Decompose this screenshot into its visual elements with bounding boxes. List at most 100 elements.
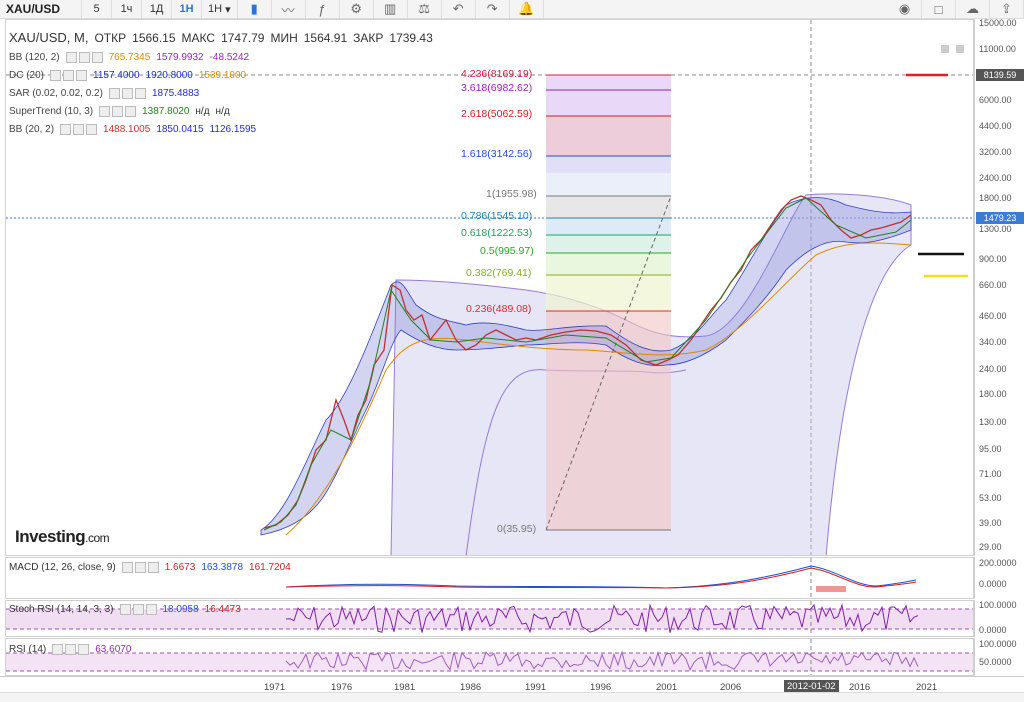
info-icon[interactable] [941,45,949,53]
rsi-canvas [6,639,973,675]
legend-close-value: 1739.43 [389,30,433,45]
rsi-controls[interactable] [52,644,90,655]
undo-icon[interactable]: ↶ [442,0,476,19]
price-tick: 2400.00 [979,173,1012,183]
indicator-row[interactable]: DC (20) 1157.4000 1920.8000 1539.1000 [9,66,433,84]
legend-open-value: 1566.15 [132,30,176,45]
stoch-controls[interactable] [119,604,157,615]
indicator-value: -48.5242 [209,51,250,63]
color-square-icon[interactable]: □ [922,0,956,19]
fib-zone-1 [546,196,671,218]
macd-tick-top: 200.0000 [979,558,1017,568]
indicator-name: SAR (0.02, 0.02, 0.2) [9,87,103,99]
camera-icon[interactable]: ◉ [888,0,922,19]
fib-zone-05 [546,253,671,275]
indicator-value: 1387.8020 [142,105,190,117]
macd-tick-zero: 0.0000 [979,579,1007,589]
macd-value-1: 1.6673 [164,562,196,573]
stoch-tick-top: 100.0000 [979,600,1017,610]
indicator-controls[interactable] [65,51,103,63]
indicator-name: BB (20, 2) [9,123,55,135]
price-tick: 460.00 [979,311,1007,321]
line-chart-icon[interactable]: 〰 [272,0,306,19]
logo-main: Investing [15,527,86,546]
indicator-controls[interactable] [99,105,137,117]
fib-level-label: 4.236(8169.19) [461,68,533,80]
fib-zone-1618 [546,156,671,196]
indicator-value: н/д [215,105,230,117]
price-tick: 95.00 [979,444,1002,454]
indicator-value: 1126.1595 [209,123,257,135]
bar-levels-icon[interactable]: ▥ [374,0,408,19]
indicator-value: 1539.1000 [198,69,247,81]
indicator-value: 765.7345 [108,51,151,63]
price-tick: 29.00 [979,542,1002,552]
macd-title: MACD (12, 26, close, 9) [9,562,116,573]
price-tick: 660.00 [979,280,1007,290]
price-tick: 15000.00 [979,18,1017,28]
indicator-name: SuperTrend (10, 3) [9,105,94,117]
macd-signal-line [285,567,917,589]
pane-menu-icon[interactable] [956,45,964,53]
price-axis[interactable]: 15000.00 11000.00 8139.59 6000.00 4400.00 320… [974,18,1024,556]
interval-1w-button[interactable]: 1Н [172,0,202,19]
alert-icon[interactable]: 🔔 [510,0,544,19]
indicator-controls[interactable] [108,87,146,99]
indicator-value: 1488.1005 [103,123,151,135]
fib-zone-0786 [546,218,671,235]
symbol-selector[interactable]: XAU/USD [0,0,82,19]
indicator-controls[interactable] [60,123,98,135]
fib-zone-0618 [546,235,671,253]
price-tick: 130.00 [979,417,1007,427]
interval-5m-button[interactable]: 5 [82,0,112,19]
price-flag: 8139.59 [976,69,1024,81]
rsi-tick-top: 100.0000 [979,639,1017,649]
settings-icon[interactable]: ⚙ [340,0,374,19]
macd-histogram [816,586,846,592]
indicator-row[interactable]: BB (20, 2) 1488.1005 1850.0415 1126.1595 [9,120,433,138]
redo-icon[interactable]: ↷ [476,0,510,19]
legend-title-row: XAU/USD, M, ОТКР 1566.15 МАКС 1747.79 МИН 1… [9,30,433,45]
price-tick: 71.00 [979,469,1002,479]
bottom-range-bar[interactable] [0,692,1024,702]
rsi-legend: RSI (14) 63.6070 [9,644,131,655]
price-tick: 180.00 [979,389,1007,399]
fib-level-label: 1.618(3142.56) [461,148,533,160]
balance-icon[interactable]: ⚖ [408,0,442,19]
fib-zone-2618 [546,116,671,156]
interval-1d-button[interactable]: 1Д [142,0,172,19]
stoch-axis: 100.0000 0.0000 [974,600,1024,637]
price-flag: 1479.23 [976,212,1024,224]
price-tick: 53.00 [979,493,1002,503]
fib-zone-0382 [546,275,671,311]
candles-icon[interactable]: ▮ [238,0,272,19]
price-tick: 340.00 [979,337,1007,347]
fib-level-label: 2.618(5062.59) [461,108,533,120]
rsi-title: RSI (14) [9,644,47,655]
indicator-value: 1157.4000 [93,69,140,81]
indicator-row[interactable]: SAR (0.02, 0.02, 0.2) 1875.4883 [9,84,433,102]
indicator-name: BB (120, 2) [9,51,60,63]
rsi-pane[interactable] [5,638,974,676]
legend-close-label: ЗАКР [353,30,384,45]
price-tick: 4400.00 [979,121,1012,131]
price-tick: 1800.00 [979,193,1012,203]
stoch-value-2: 16.4473 [204,604,241,615]
cloud-icon[interactable]: ☁ [956,0,990,19]
interval-dropdown-button[interactable]: 1Н ▾ [202,0,238,19]
indicator-row[interactable]: SuperTrend (10, 3) 1387.8020 н/д н/д [9,102,433,120]
indicator-value: 1850.0415 [156,123,204,135]
stoch-title: Stoch RSI (14, 14, 3, 3) [9,604,114,615]
macd-controls[interactable] [121,562,159,573]
macd-axis: 200.0000 0.0000 [974,557,1024,599]
rsi-axis: 100.0000 50.0000 [974,638,1024,676]
legend-high-value: 1747.79 [221,30,265,45]
stoch-value-1: 18.0958 [162,604,199,615]
indicators-icon[interactable]: ƒ [306,0,340,19]
interval-1h-button[interactable]: 1ч [112,0,142,19]
price-tick: 1300.00 [979,224,1012,234]
indicator-row[interactable]: BB (120, 2) 765.7345 1579.9932 -48.5242 [9,48,433,66]
cloud-upload-icon[interactable]: ⇪ [990,0,1024,19]
indicator-controls[interactable] [50,69,88,81]
price-tick: 900.00 [979,254,1007,264]
